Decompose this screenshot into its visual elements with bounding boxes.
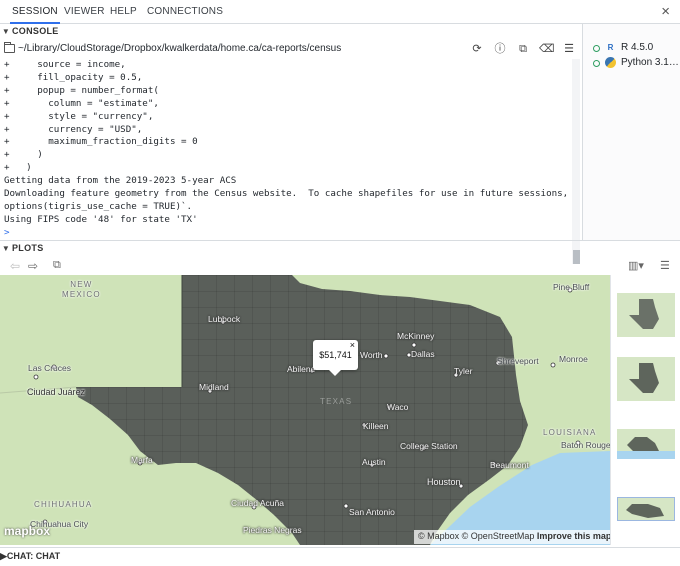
session-item-r[interactable]: R R 4.5.0 (583, 41, 680, 56)
label-new-mexico: NEW MEXICO (62, 280, 101, 299)
console-output[interactable]: + source = income, + fill_opacity = 0.5, +… (4, 59, 574, 259)
console-section-header[interactable]: ▼ CONSOLE (0, 26, 680, 42)
label-austin: Austin (362, 457, 386, 467)
chat-header-label: CHAT: CHAT (6, 551, 61, 561)
previous-plot-icon[interactable]: ⇦ (10, 259, 20, 273)
console-line: options(tigris_use_cache = TRUE)`. (4, 200, 193, 212)
label-waco: Waco (387, 402, 409, 412)
tab-session[interactable]: SESSION (10, 0, 60, 24)
r-logo-icon: R (607, 43, 614, 52)
label-chihuahua: CHIHUAHUA (34, 500, 93, 509)
popup-close-button[interactable]: × (350, 340, 355, 350)
popup-value: $51,741 (319, 350, 352, 360)
label-houston: Houston (427, 477, 461, 487)
label-mckinney: McKinney (397, 331, 435, 341)
label-piedras-negras: Piedras Negras (243, 525, 302, 535)
console-line: + maximum_fraction_digits = 0 (4, 136, 198, 148)
sessions-list: R R 4.5.0 Python 3.1… (582, 24, 680, 240)
session-item-python[interactable]: Python 3.1… (583, 56, 680, 71)
improve-map-link[interactable]: Improve this map (537, 531, 612, 541)
plot-history-thumbnails (610, 275, 680, 545)
chevron-right-icon: ▶ (0, 551, 7, 561)
console-header-label: CONSOLE (12, 26, 59, 36)
console-line: + popup = number_format( (4, 84, 159, 96)
python-logo-icon (605, 57, 616, 68)
label-louisiana: LOUISIANA (543, 428, 597, 437)
label-fort-worth: Worth (360, 350, 383, 360)
label-monroe: Monroe (559, 354, 588, 364)
console-line: + source = income, (4, 59, 126, 70)
label-tyler: Tyler (454, 366, 473, 376)
label-shreveport: Shreveport (497, 356, 539, 366)
label-midland: Midland (199, 382, 229, 392)
mapbox-logo[interactable]: mapbox (4, 524, 50, 538)
label-las-cruces: Las Cruces (28, 363, 71, 373)
info-icon[interactable]: ⓘ (493, 42, 507, 56)
label-texas: TEXAS (320, 397, 353, 406)
attrib-osm-link[interactable]: © OpenStreetMap (462, 531, 535, 541)
folder-icon (4, 42, 15, 53)
map-attribution: © Mapbox © OpenStreetMap Improve this ma… (414, 530, 616, 544)
console-line: Using FIPS code '48' for state 'TX' (4, 213, 198, 225)
console-line: Downloading feature geometry from the Ce… (4, 188, 574, 200)
mapbox-map[interactable]: NEW MEXICO TEXAS CHIHUAHUA LOUISIANA Lubb… (0, 275, 610, 545)
console-line: + style = "currency", (4, 110, 154, 122)
session-name: R 4.5.0 (621, 42, 654, 53)
label-killeen: Killeen (363, 421, 389, 431)
panel-divider[interactable] (0, 240, 680, 241)
console-line: + fill_opacity = 0.5, (4, 71, 143, 83)
menu-lines-icon[interactable]: ☰ (562, 42, 576, 56)
plot-thumbnail-selected[interactable] (617, 497, 675, 521)
console-scrollbar[interactable] (572, 59, 580, 264)
console-toolbar: ⟳ ⓘ ⧉ ⌫ ☰ (470, 42, 576, 56)
open-external-icon[interactable]: ⧉ (53, 259, 61, 272)
layout-menu-icon[interactable]: ▥▾ (628, 259, 644, 272)
plots-toolbar: ⇦ ⇨ ⧉ ▥▾ ☰ (0, 257, 680, 275)
label-college-station: College Station (400, 441, 458, 451)
clear-console-icon[interactable]: ⌫ (539, 42, 555, 56)
console-line: + currency = "USD", (4, 123, 143, 135)
restart-icon[interactable]: ⟳ (470, 42, 484, 56)
console-panel: ▼ CONSOLE ~/Library/CloudStorage/Dropbox/… (0, 24, 582, 264)
chevron-down-icon: ▼ (1, 27, 11, 36)
label-dallas: Dallas (411, 349, 435, 359)
label-abilene: Abilene (287, 364, 316, 374)
label-marfa: Marfa (131, 455, 153, 465)
label-pine-bluff: Pine Bluff (553, 282, 590, 292)
plots-header-label: PLOTS (12, 243, 44, 253)
county-boundaries (76, 275, 528, 545)
label-ciudad-juarez: Ciudad Juárez (27, 387, 86, 397)
chevron-down-icon: ▼ (1, 244, 11, 253)
label-san-antonio: San Antonio (349, 507, 395, 517)
variables-icon[interactable]: ⧉ (516, 42, 530, 56)
plot-thumbnail[interactable] (617, 429, 675, 459)
tab-connections[interactable]: CONNECTIONS (145, 0, 225, 24)
attrib-mapbox-link[interactable]: © Mapbox (418, 531, 459, 541)
menu-lines-icon[interactable]: ☰ (660, 259, 670, 272)
tab-viewer[interactable]: VIEWER (62, 0, 107, 24)
label-beaumont: Beaumont (490, 460, 529, 470)
console-line: > (4, 226, 10, 238)
console-line: + column = "estimate", (4, 97, 159, 109)
plot-thumbnail[interactable] (617, 357, 675, 401)
tab-help[interactable]: HELP (108, 0, 139, 24)
working-directory-path[interactable]: ~/Library/CloudStorage/Dropbox/kwalkerda… (18, 43, 341, 54)
plot-thumbnail[interactable] (617, 293, 675, 337)
chat-section-header[interactable]: ▶CHAT: CHAT (0, 547, 680, 566)
next-plot-icon[interactable]: ⇨ (28, 259, 38, 273)
top-tab-bar: SESSION VIEWER HELP CONNECTIONS × (0, 0, 680, 24)
close-panel-button[interactable]: × (661, 3, 670, 20)
label-ciudad-acuna: Ciudad Acuña (231, 498, 284, 508)
console-line: + ) (4, 149, 43, 161)
console-line: + ) (4, 162, 32, 174)
console-line: Getting data from the 2019-2023 5-year A… (4, 175, 237, 187)
console-path-bar: ~/Library/CloudStorage/Dropbox/kwalkerda… (0, 41, 582, 59)
session-name: Python 3.1… (621, 57, 679, 68)
running-status-icon (593, 45, 600, 52)
label-baton-rouge: Baton Rouge (561, 440, 610, 450)
map-popup: $51,741 × (313, 340, 358, 376)
running-status-icon (593, 60, 600, 67)
label-lubbock: Lubbock (208, 314, 241, 324)
